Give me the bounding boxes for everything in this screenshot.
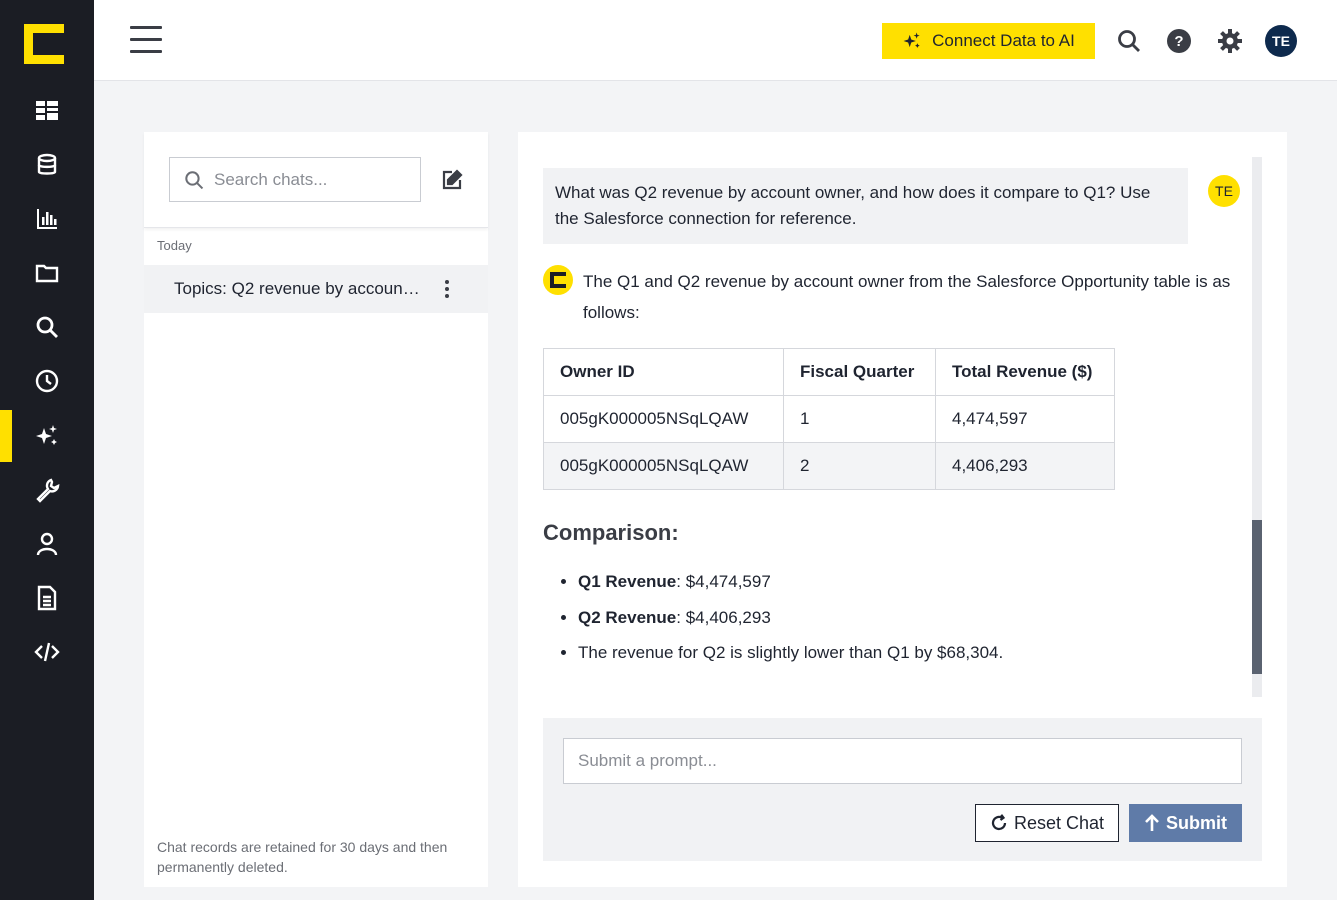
table-header-fiscal-quarter: Fiscal Quarter bbox=[783, 348, 936, 396]
database-icon bbox=[37, 153, 57, 175]
list-item-bold: Q2 Revenue bbox=[578, 607, 677, 627]
table-cell: 005gK000005NSqLQAW bbox=[543, 395, 784, 443]
chat-history-item[interactable]: Topics: Q2 revenue by account owner bbox=[144, 265, 488, 313]
settings-button[interactable] bbox=[1215, 26, 1245, 56]
kebab-menu-icon[interactable] bbox=[440, 277, 454, 301]
left-nav-rail bbox=[0, 0, 94, 900]
chat-history-item-title: Topics: Q2 revenue by account owner bbox=[174, 279, 424, 298]
comparison-list: Q1 Revenue: $4,474,597 Q2 Revenue: $4,40… bbox=[578, 568, 1003, 675]
table-cell: 2 bbox=[783, 442, 936, 490]
code-icon bbox=[34, 642, 60, 662]
table-row: 005gK000005NSqLQAW 1 4,474,597 bbox=[543, 395, 1115, 443]
ai-sparkle-icon bbox=[903, 32, 920, 48]
svg-text:?: ? bbox=[1174, 33, 1183, 50]
search-chats-input[interactable] bbox=[214, 169, 404, 190]
user-message-bubble: What was Q2 revenue by account owner, an… bbox=[543, 168, 1188, 244]
help-button[interactable]: ? bbox=[1164, 26, 1194, 56]
scrollbar-thumb[interactable] bbox=[1252, 520, 1262, 674]
list-item: Q2 Revenue: $4,406,293 bbox=[578, 604, 1003, 640]
gear-icon bbox=[1218, 29, 1242, 53]
table-header-row: Owner ID Fiscal Quarter Total Revenue ($… bbox=[543, 348, 1115, 396]
chat-conversation-panel: What was Q2 revenue by account owner, an… bbox=[518, 132, 1287, 887]
search-icon bbox=[36, 316, 58, 338]
nav-dashboard[interactable] bbox=[0, 85, 94, 137]
dashboard-icon bbox=[36, 101, 58, 120]
nav-search[interactable] bbox=[0, 301, 94, 353]
chat-history-header bbox=[144, 132, 488, 228]
ai-sparkle-icon bbox=[36, 425, 57, 445]
list-item-text: : $4,474,597 bbox=[676, 572, 771, 591]
comparison-heading: Comparison: bbox=[543, 520, 679, 545]
search-icon bbox=[185, 170, 204, 189]
reset-chat-label: Reset Chat bbox=[1013, 812, 1105, 833]
table-cell: 1 bbox=[783, 395, 936, 443]
section-label-today: Today bbox=[157, 238, 192, 253]
nav-developer[interactable] bbox=[0, 626, 94, 678]
assistant-avatar bbox=[543, 265, 573, 295]
help-icon: ? bbox=[1167, 29, 1191, 53]
nav-tools[interactable] bbox=[0, 464, 94, 516]
history-icon bbox=[35, 369, 59, 393]
list-item: Q1 Revenue: $4,474,597 bbox=[578, 568, 1003, 604]
app-logo-icon[interactable] bbox=[24, 24, 64, 64]
global-search-button[interactable] bbox=[1114, 26, 1144, 56]
wrench-icon bbox=[36, 478, 60, 503]
submit-button[interactable]: Submit bbox=[1129, 804, 1242, 842]
bar-chart-icon bbox=[37, 209, 57, 229]
assistant-intro-text: The Q1 and Q2 revenue by account owner f… bbox=[583, 272, 1231, 322]
arrow-up-icon bbox=[1145, 814, 1159, 831]
revenue-table: Owner ID Fiscal Quarter Total Revenue ($… bbox=[543, 348, 1115, 490]
table-header-total-revenue: Total Revenue ($) bbox=[935, 348, 1115, 396]
reset-chat-button[interactable]: Reset Chat bbox=[975, 804, 1119, 842]
table-header-owner-id: Owner ID bbox=[543, 348, 784, 396]
table-cell: 4,474,597 bbox=[935, 395, 1115, 443]
top-bar: Connect Data to AI ? TE bbox=[94, 0, 1337, 81]
search-icon bbox=[1118, 30, 1140, 52]
nav-documents[interactable] bbox=[0, 572, 94, 624]
submit-label: Submit bbox=[1166, 812, 1227, 833]
table-cell: 005gK000005NSqLQAW bbox=[543, 442, 784, 490]
user-message-avatar: TE bbox=[1208, 175, 1240, 207]
retention-note: Chat records are retained for 30 days an… bbox=[157, 839, 448, 875]
prompt-composer: Reset Chat Submit bbox=[543, 718, 1262, 861]
new-chat-icon[interactable] bbox=[440, 168, 464, 192]
table-row: 005gK000005NSqLQAW 2 4,406,293 bbox=[543, 442, 1115, 490]
user-icon bbox=[36, 532, 58, 556]
nav-database[interactable] bbox=[0, 139, 94, 191]
nav-history[interactable] bbox=[0, 355, 94, 407]
nav-files[interactable] bbox=[0, 247, 94, 299]
list-item-text: : $4,406,293 bbox=[676, 607, 771, 627]
table-cell: 4,406,293 bbox=[935, 442, 1115, 490]
list-item-bold: Q1 Revenue bbox=[578, 572, 677, 591]
user-avatar[interactable]: TE bbox=[1265, 25, 1297, 57]
search-chats-box bbox=[169, 157, 421, 202]
assistant-logo-icon bbox=[550, 272, 566, 288]
prompt-input[interactable] bbox=[563, 738, 1242, 784]
nav-account[interactable] bbox=[0, 518, 94, 570]
document-icon bbox=[37, 585, 57, 611]
connect-data-label: Connect Data to AI bbox=[932, 31, 1075, 50]
refresh-icon bbox=[991, 814, 1007, 831]
list-item-text: The revenue for Q2 is slightly lower tha… bbox=[578, 643, 1004, 662]
menu-toggle-icon[interactable] bbox=[130, 26, 162, 56]
chat-history-panel: Today Topics: Q2 revenue by account owne… bbox=[144, 132, 488, 887]
folder-icon bbox=[35, 264, 59, 283]
list-item: The revenue for Q2 is slightly lower tha… bbox=[578, 639, 1003, 675]
conversation-scrollbar[interactable] bbox=[1252, 157, 1262, 697]
connect-data-button[interactable]: Connect Data to AI bbox=[882, 23, 1095, 59]
nav-ai-chat[interactable] bbox=[0, 410, 94, 462]
nav-reports[interactable] bbox=[0, 193, 94, 245]
